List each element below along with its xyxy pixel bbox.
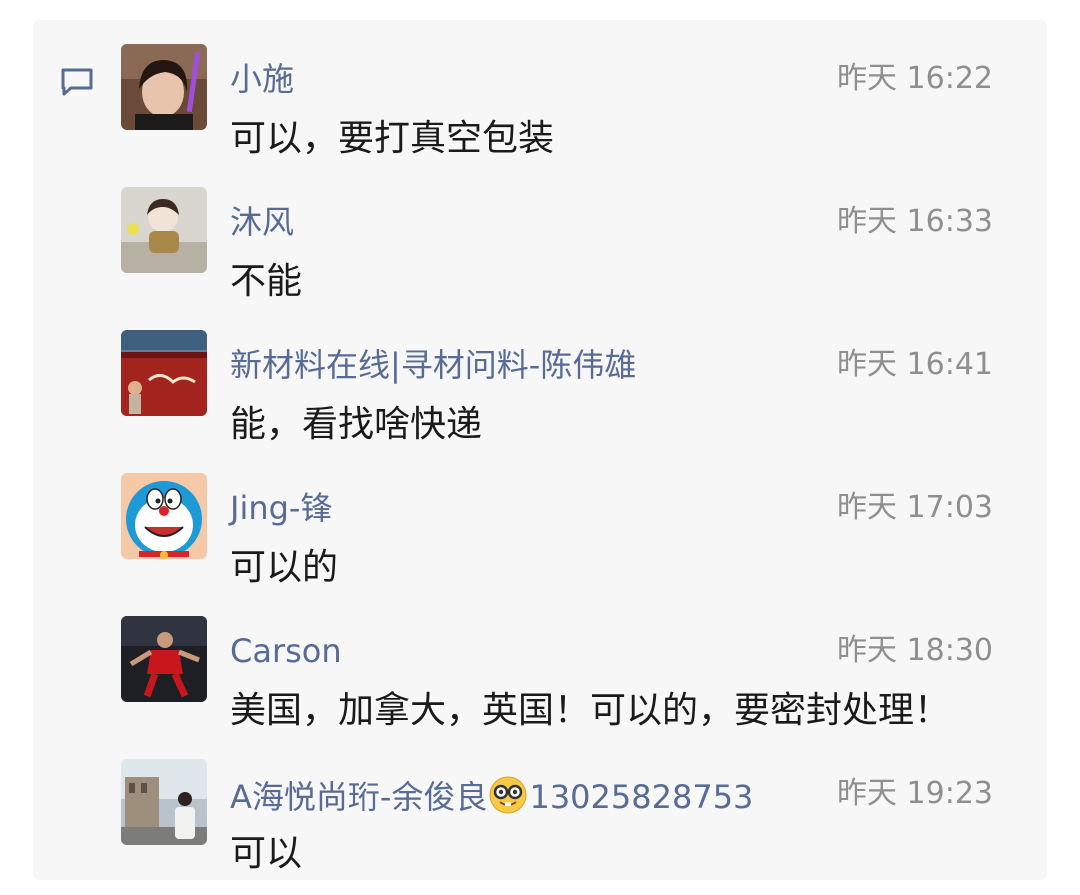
comment-item: Jing-锋 昨天 17:03 可以的 (0, 466, 1080, 609)
comment-author[interactable]: Carson (230, 631, 342, 671)
comment-time: 昨天 18:30 (837, 633, 993, 668)
comment-time: 昨天 16:33 (837, 204, 993, 239)
comment-text: 可以，要打真空包装 (230, 118, 555, 159)
comment-author[interactable]: Jing-锋 (230, 488, 332, 528)
comment-author[interactable]: 小施 (230, 59, 294, 99)
comment-time: 昨天 19:23 (837, 776, 993, 811)
comment-time: 昨天 16:41 (837, 347, 993, 382)
comment-item: A海悦尚珩-余俊良 13025828753 昨天 19:23 可以 (0, 752, 1080, 895)
comment-item: 小施 昨天 16:22 可以，要打真空包装 (0, 37, 1080, 180)
comment-author[interactable]: 沐风 (230, 202, 294, 242)
comment-text: 可以的 (230, 547, 339, 588)
avatar[interactable] (121, 759, 207, 845)
avatar[interactable] (121, 616, 207, 702)
comment-item: Carson 昨天 18:30 美国，加拿大，英国！可以的，要密封处理！ (0, 609, 1080, 752)
comment-time: 昨天 17:03 (837, 490, 993, 525)
comment-item: 新材料在线|寻材问料-陈伟雄 昨天 16:41 能，看找啥快递 (0, 323, 1080, 466)
comment-text: 不能 (230, 261, 303, 302)
avatar[interactable] (121, 473, 207, 559)
avatar[interactable] (121, 187, 207, 273)
comment-item: 沐风 昨天 16:33 不能 (0, 180, 1080, 323)
comment-text: 美国，加拿大，英国！可以的，要密封处理！ (230, 690, 951, 731)
comment-time: 昨天 16:22 (837, 61, 993, 96)
comment-author[interactable]: 新材料在线|寻材问料-陈伟雄 (230, 345, 636, 385)
author-name-suffix: 13025828753 (529, 778, 754, 816)
comment-text: 能，看找啥快递 (230, 404, 483, 445)
avatar[interactable] (121, 44, 207, 130)
author-name-prefix: A海悦尚珩-余俊良 (230, 778, 488, 816)
comment-text: 可以 (230, 833, 303, 874)
avatar[interactable] (121, 330, 207, 416)
nerd-face-emoji (489, 776, 527, 814)
comment-author[interactable]: A海悦尚珩-余俊良 13025828753 (230, 774, 753, 817)
